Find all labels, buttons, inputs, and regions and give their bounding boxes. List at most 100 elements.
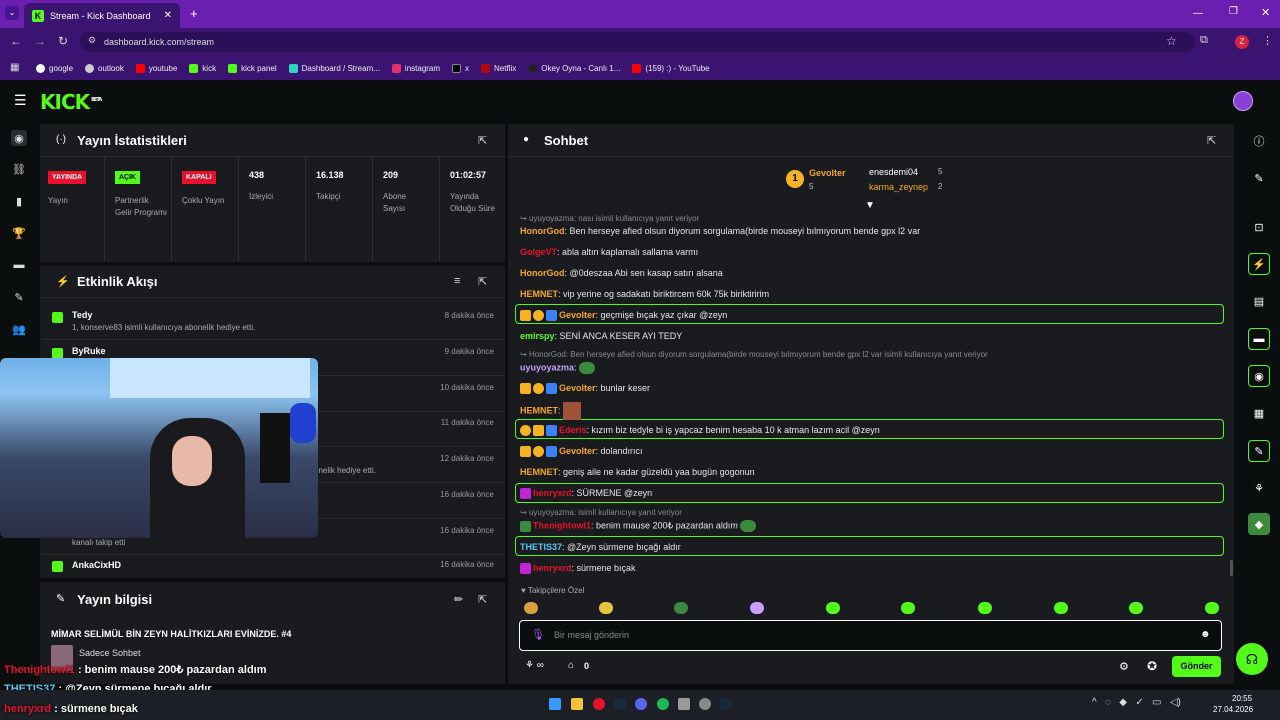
crown-icon bbox=[520, 446, 531, 458]
new-tab-button[interactable]: + bbox=[190, 6, 198, 21]
reload-icon[interactable]: ↻ bbox=[58, 34, 68, 48]
minimize-icon[interactable]: — bbox=[1193, 8, 1203, 19]
app-icon[interactable] bbox=[699, 698, 711, 710]
expand-leaderboard-icon[interactable]: ▼ bbox=[865, 200, 875, 211]
trophy-icon[interactable]: 🏆 bbox=[12, 226, 26, 240]
emote-icon[interactable] bbox=[599, 602, 613, 614]
stat-label: İzleyici bbox=[249, 192, 274, 201]
users-icon[interactable]: 👥 bbox=[12, 322, 26, 336]
windows-start-icon[interactable] bbox=[549, 698, 561, 710]
emote-icon[interactable] bbox=[674, 602, 688, 614]
filter-icon[interactable]: ≡ bbox=[454, 275, 460, 287]
bookmark-youtube[interactable]: youtube bbox=[135, 63, 177, 73]
store-icon[interactable]: ⌂ bbox=[568, 660, 574, 671]
chat-scrollbar[interactable] bbox=[1230, 560, 1233, 576]
bookmark-instagram[interactable]: instagram bbox=[391, 63, 440, 73]
steam-icon[interactable] bbox=[614, 698, 626, 710]
app-icon[interactable] bbox=[678, 698, 690, 710]
edit-icon[interactable]: ✏ bbox=[454, 593, 463, 606]
popout-icon[interactable]: ⇱ bbox=[1207, 134, 1216, 147]
wrench-icon[interactable]: ✎ bbox=[1248, 440, 1270, 462]
x-icon bbox=[452, 63, 462, 73]
chat-message: Gevolter: dolandırıcı bbox=[520, 446, 643, 458]
profile-avatar[interactable]: Z bbox=[1235, 35, 1249, 49]
support-button[interactable]: ☊ bbox=[1236, 643, 1268, 675]
points-icon[interactable]: ⚘ bbox=[1248, 477, 1270, 499]
tab-list-icon[interactable]: ⌄ bbox=[5, 6, 19, 20]
bookmark-star-icon[interactable]: ☆ bbox=[1166, 34, 1177, 48]
emote-icon[interactable] bbox=[750, 602, 764, 614]
back-icon[interactable]: ← bbox=[10, 34, 22, 48]
restore-icon[interactable]: ❐ bbox=[1229, 6, 1238, 17]
reply-context: ↪ uyuyoyazma: nası isimli kullanıcıya ya… bbox=[520, 214, 700, 223]
stat-value: 16.138 bbox=[316, 170, 344, 180]
broadcast-icon[interactable]: ◉ bbox=[1248, 365, 1270, 387]
steam-icon[interactable] bbox=[720, 698, 732, 710]
discord-icon[interactable] bbox=[635, 698, 647, 710]
emote-icon[interactable] bbox=[978, 602, 992, 614]
user-avatar[interactable] bbox=[1233, 91, 1253, 111]
document-icon[interactable]: ▤ bbox=[1248, 290, 1270, 312]
emote-icon[interactable] bbox=[826, 602, 840, 614]
emote-icon[interactable] bbox=[901, 602, 915, 614]
layout-icon[interactable]: ▦ bbox=[1248, 402, 1270, 424]
emote-icon[interactable] bbox=[1129, 602, 1143, 614]
bookmark-google[interactable]: google bbox=[36, 63, 73, 73]
lightning-icon[interactable]: ⚡ bbox=[1248, 253, 1270, 275]
browser-menu-icon[interactable]: ⋮ bbox=[1262, 34, 1273, 47]
chat-message: uyuyoyazma: bbox=[520, 362, 596, 374]
popout-icon[interactable]: ⇱ bbox=[478, 275, 487, 288]
list-item: AnkaCixHD 16 dakika önce bbox=[42, 555, 504, 577]
popout-icon[interactable]: ⇱ bbox=[478, 134, 487, 147]
bookmark-okey[interactable]: Okey Oyna - Canlı 1... bbox=[528, 63, 620, 73]
stat-partner: AÇIK Partnerlik Gelir Programı bbox=[105, 157, 172, 262]
chat-icon[interactable]: ▬ bbox=[1248, 328, 1270, 350]
file-explorer-icon[interactable] bbox=[571, 698, 583, 710]
url-bar[interactable]: dashboard.kick.com/stream bbox=[80, 32, 1195, 52]
extensions-icon[interactable]: ⧉ bbox=[1200, 34, 1208, 47]
chrome-icon[interactable] bbox=[593, 698, 605, 710]
emote-icon[interactable] bbox=[524, 602, 538, 614]
bookmark-outlook[interactable]: outlook bbox=[85, 63, 124, 73]
info-icon[interactable]: ⓘ bbox=[1248, 130, 1270, 152]
hamburger-menu-icon[interactable]: ☰ bbox=[14, 92, 27, 109]
gift-icon[interactable]: ✪ bbox=[1147, 659, 1157, 673]
chat-input[interactable]: Bir mesaj gönderin bbox=[554, 630, 629, 640]
close-tab-icon[interactable]: ✕ bbox=[164, 10, 172, 21]
spotify-icon[interactable] bbox=[657, 698, 669, 710]
bookmark-kick-panel[interactable]: kick panel bbox=[228, 63, 277, 73]
video-icon[interactable]: ▬ bbox=[12, 258, 26, 272]
bookmark-x[interactable]: x bbox=[452, 63, 469, 73]
browser-tab[interactable]: K Stream - Kick Dashboard ✕ bbox=[24, 3, 180, 28]
stat-value: 209 bbox=[383, 170, 399, 180]
emote-icon[interactable] bbox=[1205, 602, 1219, 614]
tray-icons[interactable]: ^ ◌ ◆ ✓ ▭ ◁) bbox=[1092, 697, 1181, 708]
emoji-icon[interactable]: ☻ bbox=[1200, 629, 1211, 640]
webcam-window-light bbox=[110, 358, 310, 398]
app-icon[interactable]: ◆ bbox=[1248, 513, 1270, 535]
pencil-icon[interactable]: ✎ bbox=[1248, 167, 1270, 189]
kick-header bbox=[0, 80, 1280, 122]
bookmark-kick[interactable]: kick bbox=[189, 63, 216, 73]
bookmark-netflix[interactable]: Netflix bbox=[481, 63, 516, 73]
popout-icon[interactable]: ⇱ bbox=[478, 593, 487, 606]
settings-icon[interactable]: ⚙ bbox=[1119, 660, 1129, 673]
capture-icon[interactable]: ⊡ bbox=[1248, 216, 1270, 238]
bookmark-youtube-2[interactable]: (159) :) - YouTube bbox=[632, 63, 710, 73]
analytics-icon[interactable]: ▮ bbox=[12, 194, 26, 208]
points-icon[interactable]: ⚘ ∞ bbox=[525, 660, 544, 671]
badge-icon bbox=[520, 425, 531, 437]
mic-icon[interactable]: 🎙 bbox=[531, 628, 545, 641]
broadcast-icon[interactable]: ◉ bbox=[11, 130, 27, 146]
bookmark-dashboard[interactable]: Dashboard / Stream... bbox=[288, 63, 380, 73]
forward-icon[interactable]: → bbox=[34, 34, 46, 48]
kick-logo[interactable]: KICK BETA bbox=[40, 90, 102, 114]
link-icon[interactable]: ⛓ bbox=[12, 162, 26, 176]
wrench-icon[interactable]: ✎ bbox=[12, 290, 26, 304]
close-window-icon[interactable]: ✕ bbox=[1261, 6, 1270, 19]
leader-rank-badge: 1 bbox=[786, 170, 804, 188]
send-button[interactable]: Gönder bbox=[1172, 656, 1221, 677]
site-info-icon[interactable]: ⚙ bbox=[88, 35, 96, 46]
apps-grid-icon[interactable]: ▦ bbox=[10, 62, 19, 73]
emote-icon[interactable] bbox=[1054, 602, 1068, 614]
